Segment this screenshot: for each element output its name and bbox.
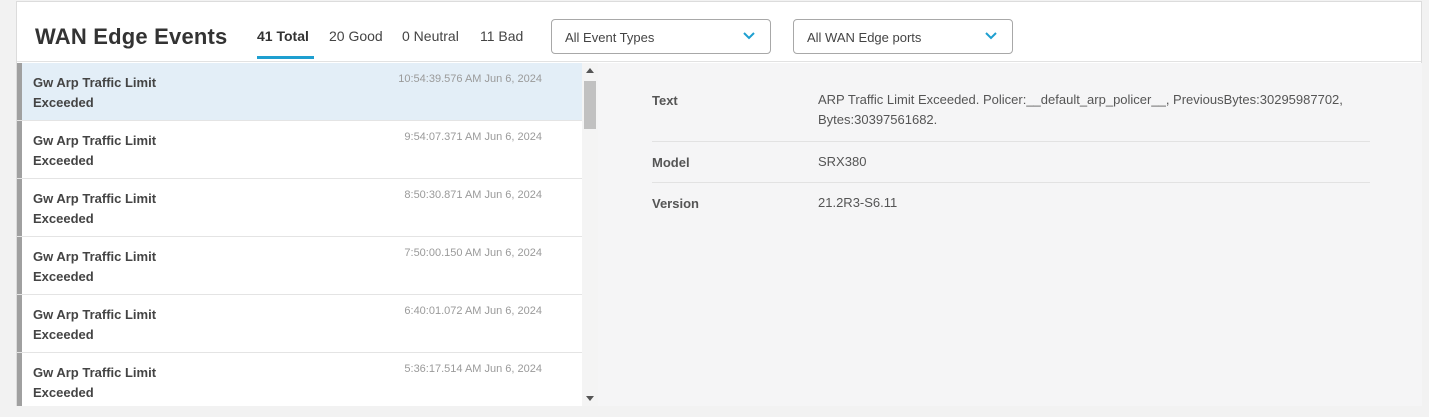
event-name: Gw Arp Traffic Limit Exceeded: [33, 307, 157, 342]
event-name: Gw Arp Traffic Limit Exceeded: [33, 133, 157, 168]
detail-label: Text: [652, 93, 678, 108]
detail-label: Version: [652, 196, 699, 211]
event-status-bar: [17, 179, 22, 236]
event-status-bar: [17, 295, 22, 352]
event-time: 6:40:01.072 AM Jun 6, 2024: [404, 305, 542, 317]
event-name: Gw Arp Traffic Limit Exceeded: [33, 191, 157, 226]
scroll-up-arrow-icon[interactable]: [586, 68, 594, 73]
event-name: Gw Arp Traffic Limit Exceeded: [33, 75, 157, 110]
event-row[interactable]: Gw Arp Traffic Limit Exceeded 9:54:07.37…: [17, 121, 582, 179]
tab-good[interactable]: 20 Good: [329, 28, 383, 44]
panel-header: WAN Edge Events 41 Total 20 Good 0 Neutr…: [17, 2, 1421, 62]
chevron-down-icon: [985, 32, 997, 40]
tab-total[interactable]: 41 Total: [257, 28, 309, 44]
port-select-value: All WAN Edge ports: [807, 30, 922, 45]
event-status-bar: [17, 121, 22, 178]
event-status-bar: [17, 353, 22, 406]
event-time: 10:54:39.576 AM Jun 6, 2024: [398, 73, 542, 85]
chevron-down-icon: [743, 32, 755, 40]
detail-label: Model: [652, 155, 690, 170]
wan-edge-events-panel: WAN Edge Events 41 Total 20 Good 0 Neutr…: [16, 1, 1422, 406]
scroll-down-arrow-icon[interactable]: [586, 396, 594, 401]
detail-value: 21.2R3-S6.11: [818, 195, 898, 210]
detail-row-model: Model SRX380: [652, 142, 1370, 183]
event-list: Gw Arp Traffic Limit Exceeded 10:54:39.5…: [17, 63, 582, 406]
event-time: 9:54:07.371 AM Jun 6, 2024: [404, 131, 542, 143]
event-row[interactable]: Gw Arp Traffic Limit Exceeded 8:50:30.87…: [17, 179, 582, 237]
detail-row-text: Text ARP Traffic Limit Exceeded. Policer…: [652, 63, 1370, 142]
event-time: 8:50:30.871 AM Jun 6, 2024: [404, 189, 542, 201]
detail-row-version: Version 21.2R3-S6.11: [652, 183, 1370, 224]
event-row[interactable]: Gw Arp Traffic Limit Exceeded 10:54:39.5…: [17, 63, 582, 121]
detail-value: SRX380: [818, 154, 867, 169]
tab-neutral[interactable]: 0 Neutral: [402, 28, 459, 44]
event-list-scrollbar[interactable]: [582, 63, 598, 406]
event-type-select[interactable]: All Event Types: [551, 19, 771, 54]
active-tab-indicator: [257, 56, 314, 59]
event-status-bar: [17, 237, 22, 294]
event-time: 7:50:00.150 AM Jun 6, 2024: [404, 247, 542, 259]
event-time: 5:36:17.514 AM Jun 6, 2024: [404, 363, 542, 375]
detail-value: ARP Traffic Limit Exceeded. Policer:__de…: [818, 92, 1343, 127]
page-title: WAN Edge Events: [35, 24, 228, 49]
scrollbar-thumb[interactable]: [584, 81, 596, 129]
event-type-select-value: All Event Types: [565, 30, 655, 45]
event-row[interactable]: Gw Arp Traffic Limit Exceeded 6:40:01.07…: [17, 295, 582, 353]
wan-edge-port-select[interactable]: All WAN Edge ports: [793, 19, 1013, 54]
event-status-bar: [17, 63, 22, 120]
event-name: Gw Arp Traffic Limit Exceeded: [33, 249, 157, 284]
event-name: Gw Arp Traffic Limit Exceeded: [33, 365, 157, 400]
event-row[interactable]: Gw Arp Traffic Limit Exceeded 7:50:00.15…: [17, 237, 582, 295]
event-detail-panel: Text ARP Traffic Limit Exceeded. Policer…: [598, 63, 1422, 406]
tab-bad[interactable]: 11 Bad: [480, 28, 523, 44]
event-row[interactable]: Gw Arp Traffic Limit Exceeded 5:36:17.51…: [17, 353, 582, 406]
